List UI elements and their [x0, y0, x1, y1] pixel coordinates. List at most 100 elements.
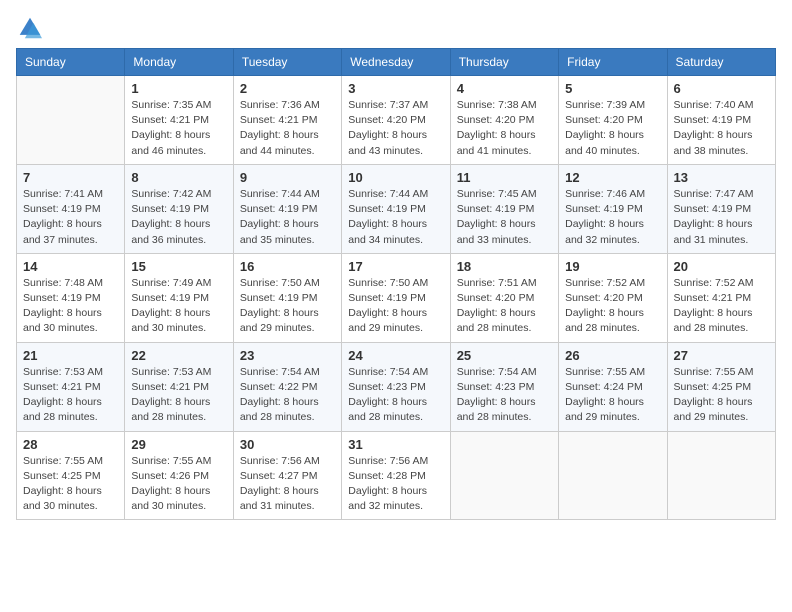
calendar-cell: 29 Sunrise: 7:55 AMSunset: 4:26 PMDayligh…: [125, 431, 233, 520]
day-number: 3: [348, 81, 443, 96]
calendar-cell: 25Sunrise: 7:54 AMSunset: 4:23 PMDayligh…: [450, 342, 558, 431]
day-info: Sunrise: 7:56 AMSunset: 4:27 PMDaylight:…: [240, 454, 335, 515]
weekday-header-monday: Monday: [125, 49, 233, 76]
page-header: [16, 16, 776, 40]
day-info: Sunrise: 7:49 AMSunset: 4:19 PMDaylight:…: [131, 276, 226, 337]
day-number: 25: [457, 348, 552, 363]
day-info: Sunrise: 7:39 AMSunset: 4:20 PMDaylight:…: [565, 98, 660, 159]
day-number: 6: [674, 81, 769, 96]
day-info: Sunrise: 7:46 AMSunset: 4:19 PMDaylight:…: [565, 187, 660, 248]
calendar-cell: 5 Sunrise: 7:39 AMSunset: 4:20 PMDaylight…: [559, 76, 667, 165]
day-number: 4: [457, 81, 552, 96]
calendar-cell: 14 Sunrise: 7:48 AMSunset: 4:19 PMDayligh…: [17, 253, 125, 342]
day-info: Sunrise: 7:51 AMSunset: 4:20 PMDaylight:…: [457, 276, 552, 337]
day-info: Sunrise: 7:54 AMSunset: 4:22 PMDaylight:…: [240, 365, 335, 426]
day-info: Sunrise: 7:55 AMSunset: 4:25 PMDaylight:…: [674, 365, 769, 426]
day-info: Sunrise: 7:36 AMSunset: 4:21 PMDaylight:…: [240, 98, 335, 159]
calendar-cell: 15 Sunrise: 7:49 AMSunset: 4:19 PMDayligh…: [125, 253, 233, 342]
calendar-cell: 13Sunrise: 7:47 AMSunset: 4:19 PMDayligh…: [667, 164, 775, 253]
day-info: Sunrise: 7:50 AMSunset: 4:19 PMDaylight:…: [240, 276, 335, 337]
day-info: Sunrise: 7:44 AMSunset: 4:19 PMDaylight:…: [348, 187, 443, 248]
calendar-cell: 1 Sunrise: 7:35 AMSunset: 4:21 PMDaylight…: [125, 76, 233, 165]
calendar-cell: 9 Sunrise: 7:44 AMSunset: 4:19 PMDaylight…: [233, 164, 341, 253]
calendar-cell: 24 Sunrise: 7:54 AMSunset: 4:23 PMDayligh…: [342, 342, 450, 431]
calendar-cell: [450, 431, 558, 520]
day-number: 28: [23, 437, 118, 452]
day-info: Sunrise: 7:56 AMSunset: 4:28 PMDaylight:…: [348, 454, 443, 515]
calendar-cell: 28 Sunrise: 7:55 AMSunset: 4:25 PMDayligh…: [17, 431, 125, 520]
day-number: 10: [348, 170, 443, 185]
day-info: Sunrise: 7:54 AMSunset: 4:23 PMDaylight:…: [348, 365, 443, 426]
day-info: Sunrise: 7:55 AMSunset: 4:26 PMDaylight:…: [131, 454, 226, 515]
day-number: 29: [131, 437, 226, 452]
calendar-week-row: 21 Sunrise: 7:53 AMSunset: 4:21 PMDayligh…: [17, 342, 776, 431]
calendar-table: SundayMondayTuesdayWednesdayThursdayFrid…: [16, 48, 776, 520]
logo-icon: [16, 16, 44, 40]
day-number: 16: [240, 259, 335, 274]
calendar-cell: 22 Sunrise: 7:53 AMSunset: 4:21 PMDayligh…: [125, 342, 233, 431]
calendar-cell: 21Sunrise: 7:53 AMSunset: 4:21 PMDayligh…: [17, 342, 125, 431]
calendar-cell: 26Sunrise: 7:55 AMSunset: 4:24 PMDayligh…: [559, 342, 667, 431]
calendar-cell: 4 Sunrise: 7:38 AMSunset: 4:20 PMDaylight…: [450, 76, 558, 165]
day-number: 17: [348, 259, 443, 274]
day-info: Sunrise: 7:41 AMSunset: 4:19 PMDaylight:…: [23, 187, 118, 248]
day-info: Sunrise: 7:44 AMSunset: 4:19 PMDaylight:…: [240, 187, 335, 248]
day-number: 20: [674, 259, 769, 274]
day-number: 22: [131, 348, 226, 363]
day-number: 1: [131, 81, 226, 96]
weekday-header-sunday: Sunday: [17, 49, 125, 76]
day-info: Sunrise: 7:40 AMSunset: 4:19 PMDaylight:…: [674, 98, 769, 159]
calendar-cell: 27 Sunrise: 7:55 AMSunset: 4:25 PMDayligh…: [667, 342, 775, 431]
day-number: 5: [565, 81, 660, 96]
weekday-header-wednesday: Wednesday: [342, 49, 450, 76]
calendar-cell: 3 Sunrise: 7:37 AMSunset: 4:20 PMDaylight…: [342, 76, 450, 165]
calendar-week-row: 14 Sunrise: 7:48 AMSunset: 4:19 PMDayligh…: [17, 253, 776, 342]
calendar-cell: 7 Sunrise: 7:41 AMSunset: 4:19 PMDaylight…: [17, 164, 125, 253]
calendar-cell: 11Sunrise: 7:45 AMSunset: 4:19 PMDayligh…: [450, 164, 558, 253]
day-info: Sunrise: 7:55 AMSunset: 4:25 PMDaylight:…: [23, 454, 118, 515]
calendar-cell: 8Sunrise: 7:42 AMSunset: 4:19 PMDaylight…: [125, 164, 233, 253]
calendar-cell: 19 Sunrise: 7:52 AMSunset: 4:20 PMDayligh…: [559, 253, 667, 342]
calendar-cell: 18 Sunrise: 7:51 AMSunset: 4:20 PMDayligh…: [450, 253, 558, 342]
calendar-cell: 2Sunrise: 7:36 AMSunset: 4:21 PMDaylight…: [233, 76, 341, 165]
day-number: 21: [23, 348, 118, 363]
calendar-cell: 23 Sunrise: 7:54 AMSunset: 4:22 PMDayligh…: [233, 342, 341, 431]
calendar-cell: 31 Sunrise: 7:56 AMSunset: 4:28 PMDayligh…: [342, 431, 450, 520]
day-number: 19: [565, 259, 660, 274]
calendar-header-row: SundayMondayTuesdayWednesdayThursdayFrid…: [17, 49, 776, 76]
calendar-cell: 12 Sunrise: 7:46 AMSunset: 4:19 PMDayligh…: [559, 164, 667, 253]
day-info: Sunrise: 7:53 AMSunset: 4:21 PMDaylight:…: [131, 365, 226, 426]
day-number: 31: [348, 437, 443, 452]
day-info: Sunrise: 7:48 AMSunset: 4:19 PMDaylight:…: [23, 276, 118, 337]
day-info: Sunrise: 7:55 AMSunset: 4:24 PMDaylight:…: [565, 365, 660, 426]
day-number: 23: [240, 348, 335, 363]
day-info: Sunrise: 7:38 AMSunset: 4:20 PMDaylight:…: [457, 98, 552, 159]
weekday-header-saturday: Saturday: [667, 49, 775, 76]
calendar-cell: [559, 431, 667, 520]
calendar-week-row: 7 Sunrise: 7:41 AMSunset: 4:19 PMDaylight…: [17, 164, 776, 253]
day-info: Sunrise: 7:52 AMSunset: 4:21 PMDaylight:…: [674, 276, 769, 337]
day-number: 7: [23, 170, 118, 185]
day-number: 30: [240, 437, 335, 452]
day-info: Sunrise: 7:45 AMSunset: 4:19 PMDaylight:…: [457, 187, 552, 248]
calendar-cell: 17 Sunrise: 7:50 AMSunset: 4:19 PMDayligh…: [342, 253, 450, 342]
weekday-header-friday: Friday: [559, 49, 667, 76]
calendar-week-row: 28 Sunrise: 7:55 AMSunset: 4:25 PMDayligh…: [17, 431, 776, 520]
day-info: Sunrise: 7:47 AMSunset: 4:19 PMDaylight:…: [674, 187, 769, 248]
logo: [16, 16, 48, 40]
calendar-cell: 6 Sunrise: 7:40 AMSunset: 4:19 PMDaylight…: [667, 76, 775, 165]
day-number: 12: [565, 170, 660, 185]
weekday-header-thursday: Thursday: [450, 49, 558, 76]
day-info: Sunrise: 7:52 AMSunset: 4:20 PMDaylight:…: [565, 276, 660, 337]
day-info: Sunrise: 7:50 AMSunset: 4:19 PMDaylight:…: [348, 276, 443, 337]
calendar-week-row: 1 Sunrise: 7:35 AMSunset: 4:21 PMDaylight…: [17, 76, 776, 165]
day-number: 15: [131, 259, 226, 274]
day-number: 9: [240, 170, 335, 185]
day-number: 18: [457, 259, 552, 274]
day-number: 14: [23, 259, 118, 274]
day-number: 27: [674, 348, 769, 363]
calendar-cell: [667, 431, 775, 520]
day-info: Sunrise: 7:35 AMSunset: 4:21 PMDaylight:…: [131, 98, 226, 159]
day-info: Sunrise: 7:37 AMSunset: 4:20 PMDaylight:…: [348, 98, 443, 159]
day-number: 24: [348, 348, 443, 363]
